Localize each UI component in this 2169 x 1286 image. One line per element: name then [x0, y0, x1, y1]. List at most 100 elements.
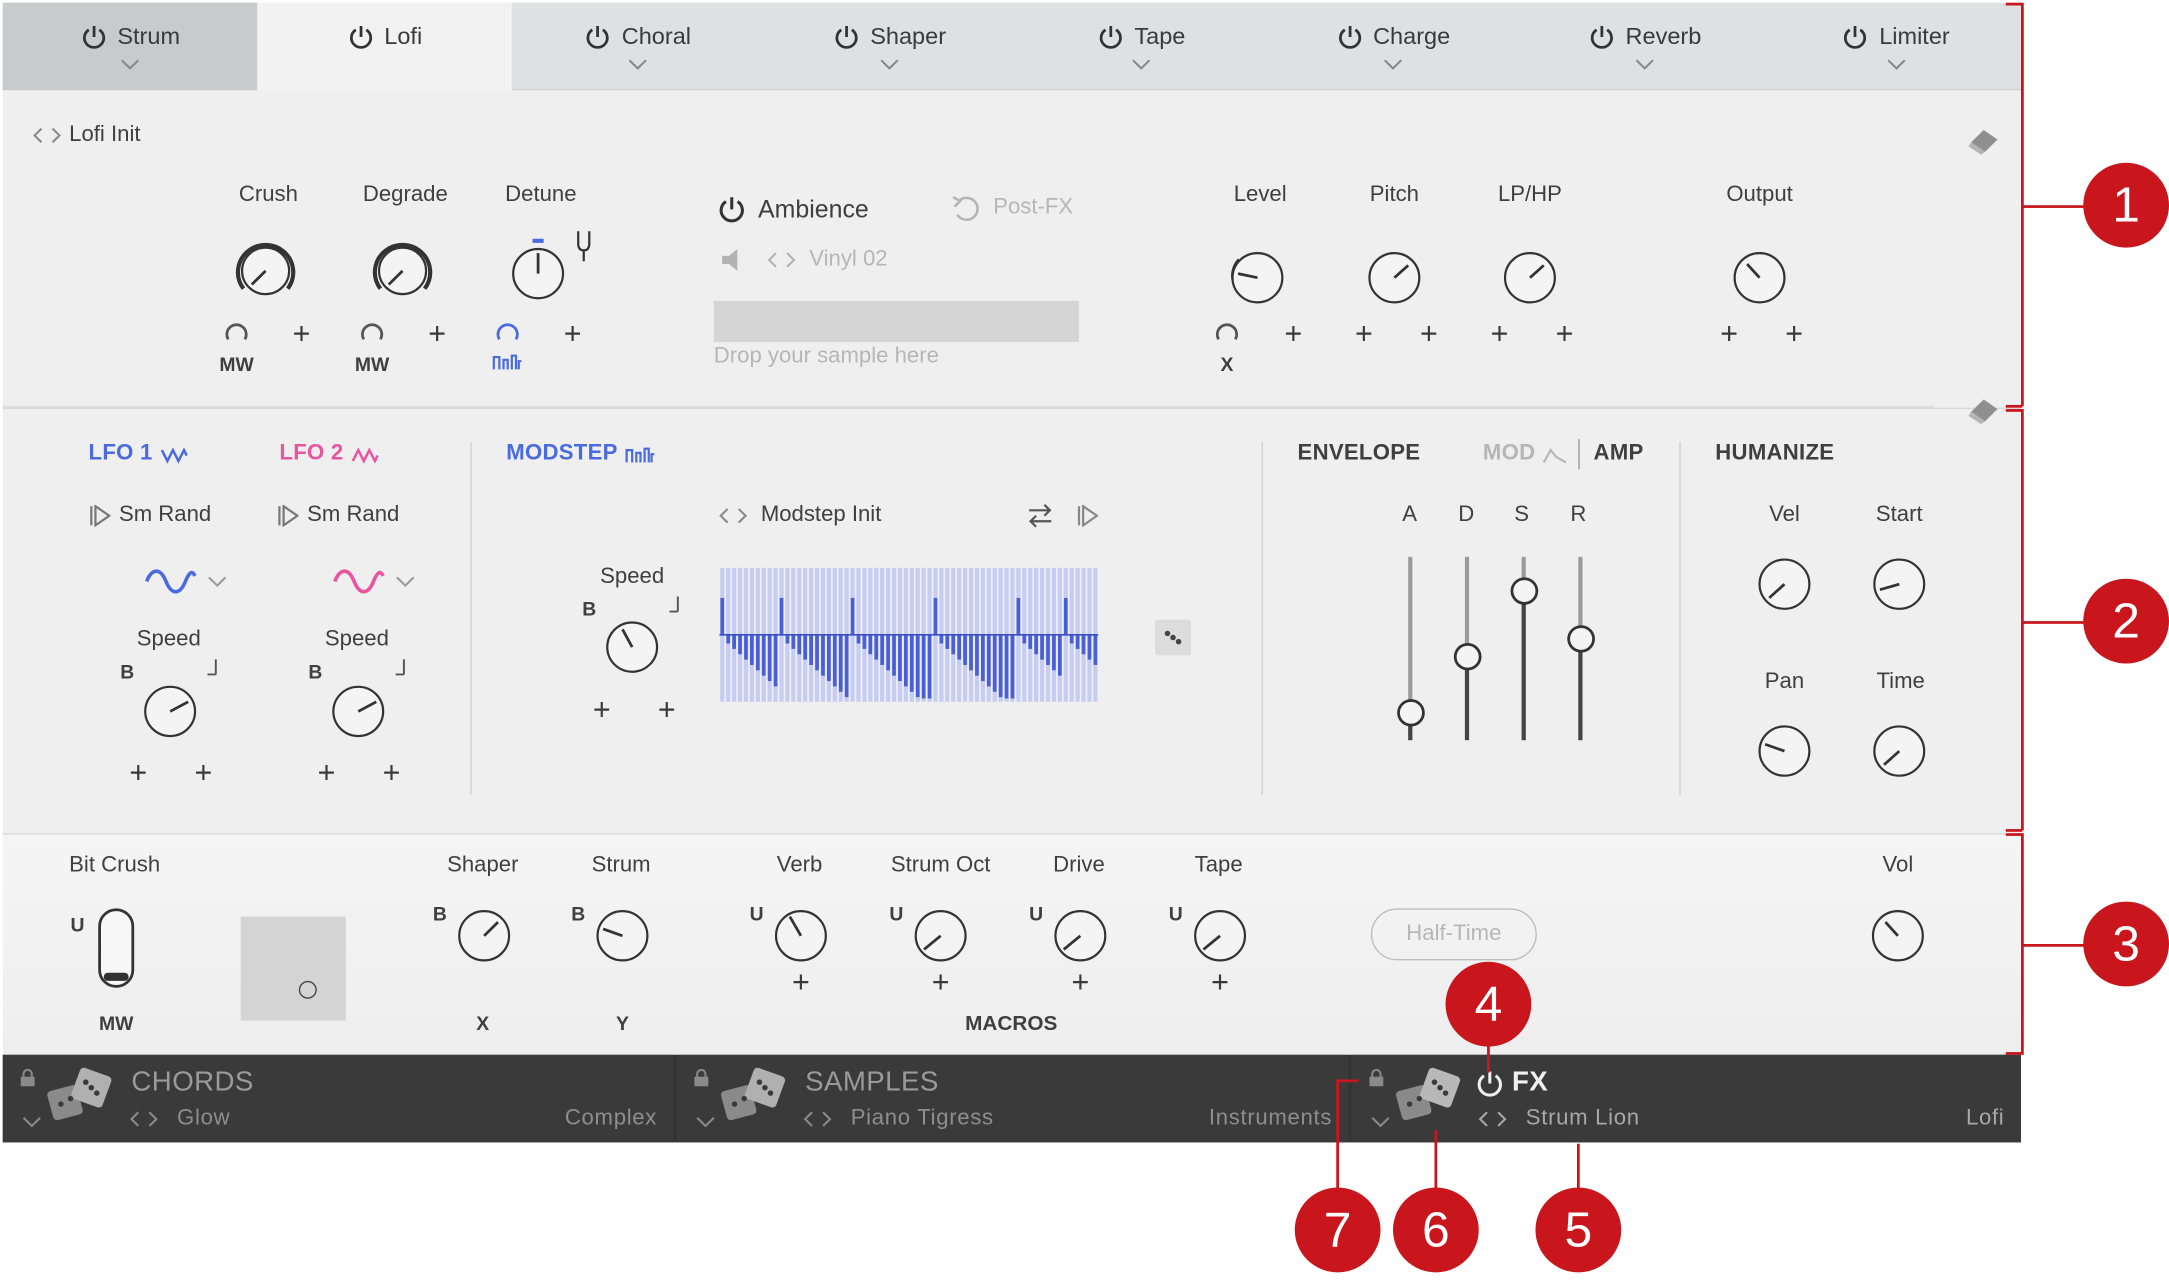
step-bar[interactable]: [856, 634, 861, 644]
note-icon[interactable]: [393, 658, 407, 677]
step-bar[interactable]: [945, 634, 950, 649]
samples-preset[interactable]: Piano Tigress: [851, 1107, 994, 1132]
bit-crush-switch[interactable]: [98, 908, 135, 988]
fx-preset[interactable]: Strum Lion: [1526, 1107, 1640, 1132]
tab-tape[interactable]: Tape: [1015, 3, 1267, 91]
add-modulation-button[interactable]: +: [428, 318, 446, 349]
step-bar[interactable]: [951, 634, 956, 655]
power-icon[interactable]: [80, 23, 108, 50]
step-bar[interactable]: [933, 597, 938, 635]
retrigger-icon[interactable]: [277, 504, 299, 527]
lfo1-waveform-icon[interactable]: [144, 565, 197, 598]
preset-arrows-icon[interactable]: [127, 1110, 160, 1129]
modstep-preset-name[interactable]: Modstep Init: [761, 503, 882, 528]
degrade-knob[interactable]: [367, 235, 439, 306]
strum-macro-knob[interactable]: [591, 904, 655, 967]
step-bar[interactable]: [975, 634, 979, 676]
eraser-icon[interactable]: [1967, 129, 2000, 156]
amp-envelope-tab[interactable]: AMP: [1594, 442, 1644, 467]
mod-ring-icon[interactable]: [360, 320, 385, 345]
release-slider-handle[interactable]: [1567, 625, 1595, 653]
mod-ring-icon[interactable]: [495, 320, 520, 345]
modstep-step-sequencer[interactable]: [719, 567, 1099, 702]
tab-limiter[interactable]: Limiter: [1771, 3, 2021, 91]
mod-ring-icon[interactable]: [1215, 320, 1240, 345]
step-bar[interactable]: [1075, 634, 1080, 649]
step-bar[interactable]: [738, 634, 742, 655]
step-bar[interactable]: [1057, 634, 1062, 676]
preset-arrows-icon[interactable]: [801, 1110, 834, 1129]
add-modulation-button[interactable]: +: [932, 967, 950, 997]
lock-icon[interactable]: [1368, 1068, 1385, 1087]
add-modulation-button[interactable]: +: [383, 757, 401, 788]
power-icon[interactable]: [1475, 1068, 1505, 1098]
tab-strum[interactable]: Strum: [2, 2, 258, 91]
tab-charge[interactable]: Charge: [1267, 3, 1519, 91]
add-modulation-button[interactable]: +: [1071, 967, 1089, 997]
step-bar[interactable]: [809, 634, 813, 665]
chevron-down-icon[interactable]: [696, 1115, 715, 1129]
chevron-down-icon[interactable]: [396, 576, 415, 587]
dice-icon[interactable]: [718, 1063, 790, 1134]
step-bar[interactable]: [963, 634, 967, 665]
step-bar[interactable]: [921, 634, 926, 699]
vol-knob[interactable]: [1866, 904, 1930, 967]
xy-pad-cursor[interactable]: [298, 980, 317, 999]
add-modulation-button[interactable]: +: [318, 757, 336, 788]
lfo2-title[interactable]: LFO 2: [279, 442, 343, 467]
add-modulation-button[interactable]: +: [1355, 318, 1373, 349]
samples-slot[interactable]: SAMPLES Piano Tigress Instruments: [676, 1054, 1349, 1143]
chevron-down-icon[interactable]: [22, 1115, 41, 1129]
chevron-down-icon[interactable]: [120, 59, 140, 70]
time-knob[interactable]: [1867, 720, 1931, 783]
chevron-down-icon[interactable]: [207, 576, 227, 587]
power-icon[interactable]: [1097, 23, 1125, 50]
chords-slot[interactable]: CHORDS Glow Complex: [2, 1054, 674, 1143]
chevron-down-icon[interactable]: [1635, 59, 1654, 70]
add-modulation-button[interactable]: +: [1211, 967, 1229, 997]
step-bar[interactable]: [773, 634, 778, 687]
sample-name[interactable]: Vinyl 02: [809, 248, 887, 273]
step-bar[interactable]: [898, 634, 902, 682]
step-bar[interactable]: [821, 634, 825, 676]
pan-knob[interactable]: [1753, 720, 1817, 783]
preset-arrows-icon[interactable]: [1476, 1110, 1509, 1129]
add-modulation-button[interactable]: +: [593, 694, 611, 725]
step-bar[interactable]: [720, 597, 725, 635]
lock-icon[interactable]: [693, 1068, 710, 1087]
step-bar[interactable]: [827, 634, 831, 682]
add-modulation-button[interactable]: +: [658, 694, 676, 725]
lock-icon[interactable]: [19, 1068, 36, 1087]
power-icon[interactable]: [1588, 23, 1616, 50]
step-bar[interactable]: [986, 634, 991, 687]
step-bar[interactable]: [838, 634, 843, 692]
step-bar[interactable]: [1040, 634, 1044, 660]
step-bar[interactable]: [761, 634, 766, 676]
step-bar[interactable]: [850, 597, 855, 635]
step-bar[interactable]: [915, 634, 920, 698]
lfo1-title[interactable]: LFO 1: [89, 442, 153, 467]
power-icon[interactable]: [833, 23, 861, 50]
output-knob[interactable]: [1728, 246, 1792, 309]
dice-icon[interactable]: [44, 1063, 116, 1134]
tab-reverb[interactable]: Reverb: [1519, 3, 1771, 91]
step-bar[interactable]: [1028, 634, 1033, 649]
retrigger-icon[interactable]: [89, 504, 111, 527]
modstep-title[interactable]: MODSTEP: [506, 442, 617, 467]
step-bar[interactable]: [981, 634, 985, 682]
chevron-down-icon[interactable]: [1132, 59, 1151, 70]
step-bar[interactable]: [1022, 634, 1027, 644]
tab-choral[interactable]: Choral: [512, 3, 764, 91]
power-icon[interactable]: [1842, 23, 1870, 50]
lphp-knob[interactable]: [1498, 246, 1562, 309]
step-bar[interactable]: [969, 634, 973, 671]
postfx-button[interactable]: Post-FX: [993, 196, 1073, 221]
step-bar[interactable]: [868, 634, 873, 655]
add-modulation-button[interactable]: +: [194, 757, 212, 788]
chevron-down-icon[interactable]: [880, 59, 899, 70]
step-bar[interactable]: [844, 634, 849, 698]
mod-ring-icon[interactable]: [224, 320, 249, 345]
step-bar[interactable]: [744, 634, 748, 660]
step-bar[interactable]: [1069, 634, 1074, 644]
xy-pad[interactable]: [240, 916, 346, 1021]
